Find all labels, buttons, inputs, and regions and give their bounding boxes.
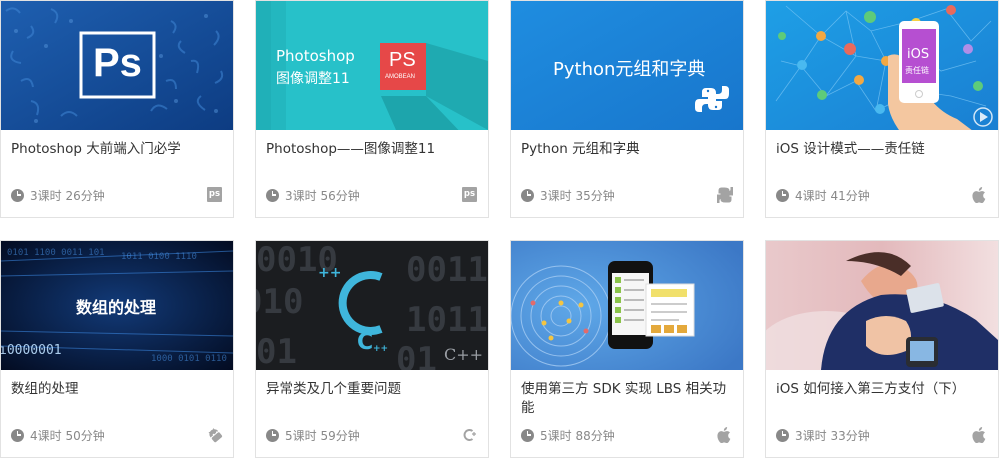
- course-card[interactable]: 0010 010 0011 1011 01 01 ++ C ++ C++ 异常类…: [255, 240, 489, 458]
- course-title[interactable]: 使用第三方 SDK 实现 LBS 相关功能: [521, 380, 735, 418]
- android-icon: [207, 427, 223, 443]
- course-duration: 3课时 33分钟: [795, 428, 870, 443]
- course-thumbnail[interactable]: iOS 责任链: [766, 1, 998, 130]
- course-meta: 3课时 56分钟: [266, 187, 360, 203]
- course-title[interactable]: 数组的处理: [11, 380, 225, 399]
- thumbnail-ps-logo-text: Ps: [93, 41, 142, 85]
- course-title[interactable]: Photoshop 大前端入门必学: [11, 140, 225, 159]
- course-duration: 3课时 26分钟: [30, 188, 105, 203]
- python-icon: [715, 186, 735, 204]
- course-duration: 4课时 50分钟: [30, 428, 105, 443]
- course-meta: 3课时 35分钟: [521, 187, 615, 203]
- thumbnail-line-2: 责任链: [905, 66, 929, 75]
- svg-text:1000 0101 0110: 1000 0101 0110: [151, 354, 227, 364]
- course-title[interactable]: 异常类及几个重要问题: [266, 380, 480, 399]
- clock-icon: [776, 188, 789, 202]
- course-thumbnail[interactable]: [766, 241, 998, 370]
- photoshop-teal-banner-image: [256, 1, 488, 130]
- svg-text:0101 1100 0011 101: 0101 1100 0011 101: [7, 248, 105, 258]
- thumbnail-line-2: 图像调整11: [276, 71, 350, 87]
- course-duration: 3课时 35分钟: [540, 188, 615, 203]
- thumbnail-ps-logo-text: PS: [389, 49, 416, 71]
- course-thumbnail[interactable]: Photoshop 图像调整11 PS AMOBEAN: [256, 1, 488, 130]
- thumbnail-cpp-text: C++: [444, 345, 484, 364]
- clock-icon: [521, 188, 534, 202]
- course-duration: 3课时 56分钟: [285, 188, 360, 203]
- course-card[interactable]: 0101 1100 0011 101 1011 0100 1110 1000 0…: [0, 240, 234, 458]
- apple-icon: [972, 187, 988, 204]
- course-meta: 5课时 88分钟: [521, 427, 615, 443]
- svg-text:1011 0100 1110: 1011 0100 1110: [121, 252, 197, 262]
- course-card[interactable]: Python元组和字典 Python 元组和字典 3课时 35分钟: [510, 0, 744, 218]
- thumbnail-ps-logo-subtext: AMOBEAN: [385, 74, 416, 80]
- course-meta: 3课时 33分钟: [776, 427, 870, 443]
- course-card[interactable]: Ps Photoshop 大前端入门必学 3课时 26分钟 ps: [0, 0, 234, 218]
- apple-icon: [717, 427, 733, 444]
- photoshop-icon: ps: [207, 187, 223, 203]
- svg-text:1011: 1011: [406, 300, 488, 340]
- course-duration: 4课时 41分钟: [795, 188, 870, 203]
- course-title[interactable]: Python 元组和字典: [521, 140, 735, 159]
- course-thumbnail[interactable]: Python元组和字典: [511, 1, 743, 130]
- clock-icon: [266, 428, 279, 442]
- course-card[interactable]: iOS 如何接入第三方支付（下） 3课时 33分钟: [765, 240, 999, 458]
- clock-icon: [266, 188, 279, 202]
- course-duration: 5课时 88分钟: [540, 428, 615, 443]
- svg-text:ı0000001: ı0000001: [1, 343, 62, 358]
- clock-icon: [521, 428, 534, 442]
- lbs-phone-map-banner-image: [511, 241, 743, 370]
- svg-text:0011: 0011: [406, 250, 488, 290]
- apple-icon: [972, 427, 988, 444]
- clock-icon: [11, 188, 24, 202]
- course-meta: 4课时 50分钟: [11, 427, 105, 443]
- svg-text:++: ++: [318, 265, 341, 281]
- course-title[interactable]: iOS 设计模式——责任链: [776, 140, 990, 159]
- course-meta: 3课时 26分钟: [11, 187, 105, 203]
- thumbnail-line-1: Photoshop: [276, 47, 355, 65]
- course-title[interactable]: Photoshop——图像调整11: [266, 140, 480, 159]
- course-card[interactable]: iOS 责任链 iOS 设计模式——责任链 4课时 41分钟: [765, 0, 999, 218]
- photoshop-icon: ps: [462, 187, 478, 203]
- thumbnail-title-text: 数组的处理: [76, 298, 157, 317]
- course-card[interactable]: 使用第三方 SDK 实现 LBS 相关功能 5课时 88分钟: [510, 240, 744, 458]
- svg-text:++: ++: [373, 344, 388, 354]
- clock-icon: [776, 428, 789, 442]
- thumbnail-title-text: Python元组和字典: [553, 59, 706, 80]
- course-thumbnail[interactable]: [511, 241, 743, 370]
- ios-network-banner-image: [766, 1, 998, 130]
- svg-text:C: C: [357, 330, 373, 355]
- course-meta: 4课时 41分钟: [776, 187, 870, 203]
- cplusplus-icon: [462, 427, 478, 443]
- mobile-payment-photo-image: [766, 241, 998, 370]
- course-thumbnail[interactable]: 0010 010 0011 1011 01 01 ++ C ++ C++: [256, 241, 488, 370]
- course-duration: 5课时 59分钟: [285, 428, 360, 443]
- clock-icon: [11, 428, 24, 442]
- svg-text:010: 010: [256, 282, 303, 322]
- svg-text:01: 01: [396, 340, 437, 370]
- svg-text:01: 01: [256, 332, 297, 370]
- thumbnail-line-1: iOS: [907, 47, 930, 62]
- course-card[interactable]: Photoshop 图像调整11 PS AMOBEAN Photoshop——图…: [255, 0, 489, 218]
- course-title[interactable]: iOS 如何接入第三方支付（下）: [776, 380, 990, 399]
- course-thumbnail[interactable]: 0101 1100 0011 101 1011 0100 1110 1000 0…: [1, 241, 233, 370]
- course-thumbnail[interactable]: Ps: [1, 1, 233, 130]
- course-meta: 5课时 59分钟: [266, 427, 360, 443]
